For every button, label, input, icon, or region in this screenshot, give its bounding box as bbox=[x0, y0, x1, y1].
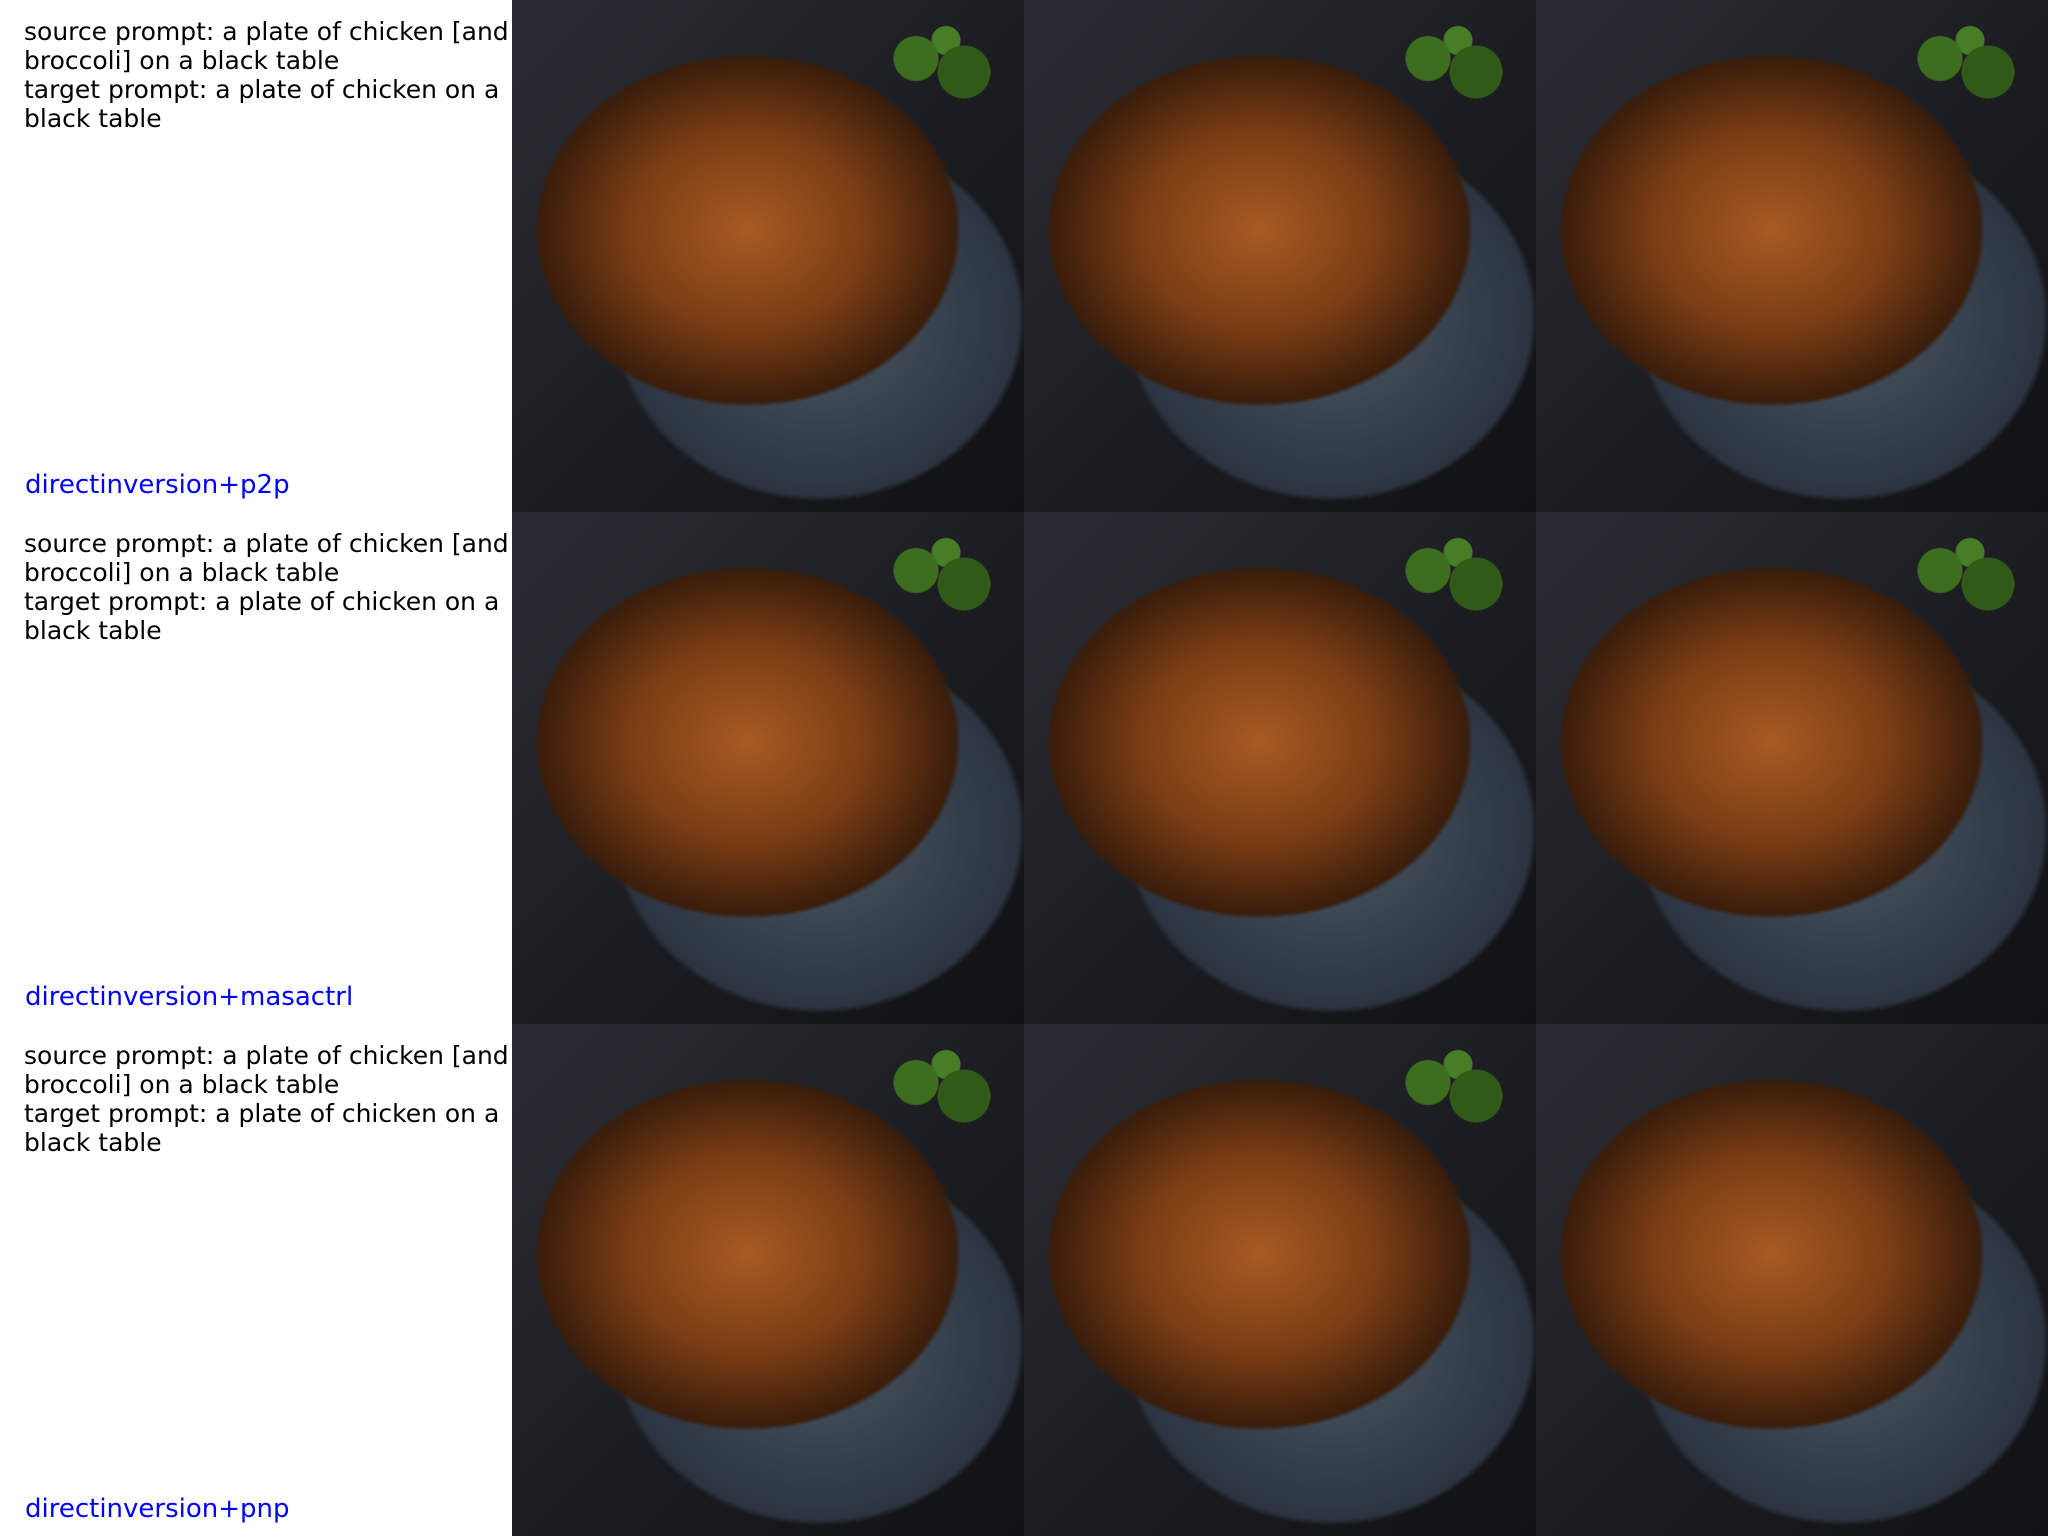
prompt-text: source prompt: a plate of chicken [and b… bbox=[24, 1041, 512, 1157]
source-image bbox=[512, 512, 1024, 1024]
broccoli-image bbox=[880, 1042, 1000, 1132]
reconstructed-image bbox=[1024, 1024, 1536, 1536]
source-image bbox=[512, 1024, 1024, 1536]
broccoli-image bbox=[1904, 530, 2024, 620]
broccoli-image bbox=[1392, 1042, 1512, 1132]
broccoli-image bbox=[880, 18, 1000, 108]
edited-image bbox=[1536, 512, 2048, 1024]
method-label: directinversion+pnp bbox=[25, 1494, 290, 1524]
broccoli-image bbox=[1392, 530, 1512, 620]
edited-image bbox=[1536, 0, 2048, 512]
row-label-cell: source prompt: a plate of chicken [and b… bbox=[0, 1024, 512, 1536]
comparison-grid: source prompt: a plate of chicken [and b… bbox=[0, 0, 2048, 1536]
broccoli-image bbox=[880, 530, 1000, 620]
broccoli-image bbox=[1904, 18, 2024, 108]
edited-image bbox=[1536, 1024, 2048, 1536]
source-image bbox=[512, 0, 1024, 512]
prompt-text: source prompt: a plate of chicken [and b… bbox=[24, 529, 512, 645]
broccoli-image bbox=[1392, 18, 1512, 108]
target-prompt: target prompt: a plate of chicken on a b… bbox=[24, 1099, 500, 1157]
reconstructed-image bbox=[1024, 0, 1536, 512]
target-prompt: target prompt: a plate of chicken on a b… bbox=[24, 587, 500, 645]
prompt-text: source prompt: a plate of chicken [and b… bbox=[24, 17, 512, 133]
target-prompt: target prompt: a plate of chicken on a b… bbox=[24, 75, 500, 133]
source-prompt: source prompt: a plate of chicken [and b… bbox=[24, 1041, 509, 1099]
row-label-cell: source prompt: a plate of chicken [and b… bbox=[0, 0, 512, 512]
method-label: directinversion+p2p bbox=[25, 470, 290, 500]
method-label: directinversion+masactrl bbox=[25, 982, 354, 1012]
source-prompt: source prompt: a plate of chicken [and b… bbox=[24, 529, 509, 587]
source-prompt: source prompt: a plate of chicken [and b… bbox=[24, 17, 509, 75]
row-label-cell: source prompt: a plate of chicken [and b… bbox=[0, 512, 512, 1024]
reconstructed-image bbox=[1024, 512, 1536, 1024]
